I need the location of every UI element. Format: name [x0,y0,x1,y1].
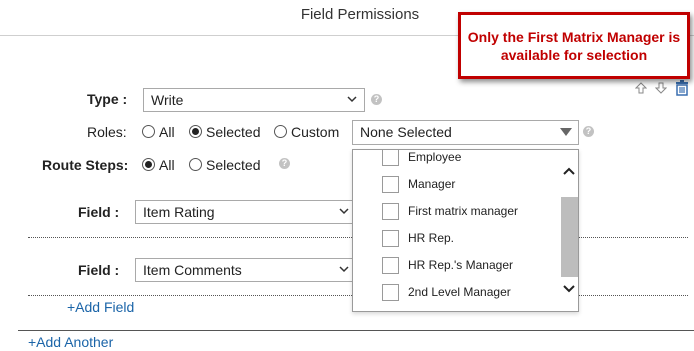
route-selected-radio[interactable] [189,158,202,171]
scrollbar-thumb[interactable] [561,197,578,277]
chevron-down-icon [339,208,349,215]
route-all-radio[interactable] [142,158,155,171]
roles-custom-label: Custom [291,124,340,140]
roles-label: Roles: [87,124,127,140]
checkbox[interactable] [382,203,399,220]
add-field-link[interactable]: +Add Field [67,299,134,315]
checkbox[interactable] [382,176,399,193]
trash-icon[interactable] [675,80,689,96]
annotation-callout: Only the First Matrix Manager is availab… [458,12,690,79]
type-select[interactable]: Write [143,88,365,112]
help-icon[interactable]: ? [279,158,290,169]
chevron-down-icon [339,266,349,273]
help-icon[interactable]: ? [371,94,382,105]
help-icon[interactable]: ? [583,126,594,137]
field-select-value: Item Comments [143,262,242,278]
option-label: HR Rep.'s Manager [408,258,513,272]
checkbox[interactable] [382,230,399,247]
field-select-item-rating[interactable]: Item Rating [135,200,357,224]
chevron-up-icon[interactable] [562,166,576,176]
option-label: Manager [408,177,456,191]
route-all-label: All [159,157,175,173]
field-select-value: Item Rating [143,204,215,220]
roles-select[interactable]: None Selected [352,120,579,145]
triangle-down-icon [560,128,572,136]
roles-selected-radio[interactable] [189,125,202,138]
roles-selected-label: Selected [206,124,261,140]
arrow-down-icon[interactable] [655,82,667,94]
option-label: HR Rep. [408,231,455,245]
roles-all-radio[interactable] [142,125,155,138]
checkbox[interactable] [382,257,399,274]
checkbox[interactable] [382,284,399,301]
add-another-link[interactable]: +Add Another [28,334,113,350]
callout-text: Only the First Matrix Manager is availab… [467,28,681,63]
roles-custom-radio[interactable] [274,125,287,138]
field-select-item-comments[interactable]: Item Comments [135,258,357,282]
field-label: Field : [78,204,120,220]
type-select-value: Write [151,92,184,108]
field-label: Field : [78,262,120,278]
chevron-down-icon [347,96,357,103]
roles-select-value: None Selected [360,124,452,140]
chevron-down-icon[interactable] [562,284,576,294]
option-label: Employee [408,150,462,164]
checkbox[interactable] [382,150,399,166]
footer-divider [18,330,694,331]
option-label: 2nd Level Manager [408,285,511,299]
arrow-up-icon[interactable] [635,82,647,94]
option-label: First matrix manager [408,204,519,218]
roles-all-label: All [159,124,175,140]
type-label: Type : [87,91,128,107]
roles-dropdown-list[interactable]: Employee Manager First matrix manager HR… [352,149,579,312]
route-steps-label: Route Steps: [42,157,129,173]
route-selected-label: Selected [206,157,261,173]
